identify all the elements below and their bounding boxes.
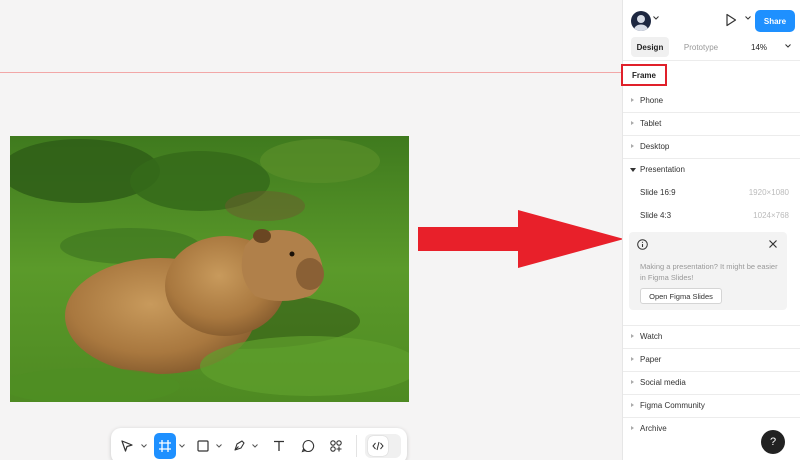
panel-header: Share [631, 10, 795, 32]
caret-right-icon [631, 403, 634, 407]
caret-down-icon [630, 168, 636, 172]
preset-label: Slide 4:3 [640, 211, 672, 220]
avatar[interactable] [631, 11, 651, 31]
section-paper[interactable]: Paper [623, 348, 800, 371]
preset-dimensions: 1024×768 [753, 211, 789, 220]
section-label: Paper [640, 355, 662, 364]
red-arrow-icon [418, 210, 624, 268]
section-label: Presentation [640, 165, 685, 174]
section-figma-community[interactable]: Figma Community [623, 394, 800, 417]
text-tool-icon[interactable] [267, 433, 290, 459]
bottom-toolbar [111, 428, 407, 460]
pen-tool-icon[interactable] [229, 433, 250, 459]
zoom-chevron-down-icon[interactable] [785, 44, 791, 48]
frame-tool-icon[interactable] [153, 433, 177, 459]
section-label: Archive [640, 424, 667, 433]
caret-right-icon [631, 426, 634, 430]
caret-right-icon [631, 144, 634, 148]
panel-tabs: Design Prototype 14% [631, 37, 795, 57]
preset-slide-16-9[interactable]: Slide 16:9 1920×1080 [623, 182, 800, 204]
shape-tool-chevron-icon[interactable] [215, 433, 223, 459]
caret-right-icon [631, 334, 634, 338]
pen-tool-chevron-icon[interactable] [252, 433, 260, 459]
section-label: Figma Community [640, 401, 705, 410]
preset-slide-4-3[interactable]: Slide 4:3 1024×768 [623, 205, 800, 227]
preset-label: Slide 16:9 [640, 188, 676, 197]
section-label: Watch [640, 332, 663, 341]
canvas-guide-line [0, 72, 622, 73]
section-label: Desktop [640, 142, 670, 151]
section-label: Social media [640, 378, 686, 387]
zoom-level[interactable]: 14% [751, 37, 767, 57]
section-presentation[interactable]: Presentation [623, 158, 800, 181]
caret-right-icon [631, 121, 634, 125]
avatar-chevron-down-icon[interactable] [653, 16, 659, 20]
notice-text: Making a presentation? It might be easie… [640, 262, 778, 282]
preset-dimensions: 1920×1080 [748, 188, 789, 197]
section-phone[interactable]: Phone [623, 89, 800, 112]
code-icon [367, 436, 388, 456]
frame-tool-chevron-icon[interactable] [178, 433, 186, 459]
help-button[interactable]: ? [761, 430, 785, 454]
frame-section-title: Frame [621, 64, 667, 86]
caret-right-icon [631, 380, 634, 384]
panel-divider [623, 60, 800, 61]
caret-right-icon [631, 98, 634, 102]
present-chevron-down-icon[interactable] [745, 16, 751, 20]
close-icon[interactable] [768, 239, 778, 249]
actions-tool-icon[interactable] [325, 433, 348, 459]
comment-tool-icon[interactable] [296, 433, 319, 459]
capybara-image[interactable] [10, 136, 409, 402]
right-panel: Share Design Prototype 14% Frame Phone T… [621, 0, 800, 460]
move-tool-icon[interactable] [117, 433, 138, 459]
section-label: Phone [640, 96, 664, 105]
rectangle-tool-icon[interactable] [192, 433, 213, 459]
tab-prototype[interactable]: Prototype [677, 37, 725, 57]
share-button[interactable]: Share [755, 10, 795, 32]
toolbar-divider [355, 435, 357, 457]
tab-design[interactable]: Design [631, 37, 669, 57]
section-desktop[interactable]: Desktop [623, 135, 800, 158]
section-label: Tablet [640, 119, 662, 128]
section-watch[interactable]: Watch [623, 325, 800, 348]
figma-slides-notice: Making a presentation? It might be easie… [629, 232, 787, 310]
present-play-icon[interactable] [725, 13, 737, 27]
caret-right-icon [631, 357, 634, 361]
move-tool-chevron-icon[interactable] [140, 433, 148, 459]
info-icon [637, 239, 648, 250]
section-tablet[interactable]: Tablet [623, 112, 800, 135]
dev-mode-toggle[interactable] [364, 434, 402, 458]
section-social-media[interactable]: Social media [623, 371, 800, 394]
open-figma-slides-button[interactable]: Open Figma Slides [640, 288, 722, 304]
